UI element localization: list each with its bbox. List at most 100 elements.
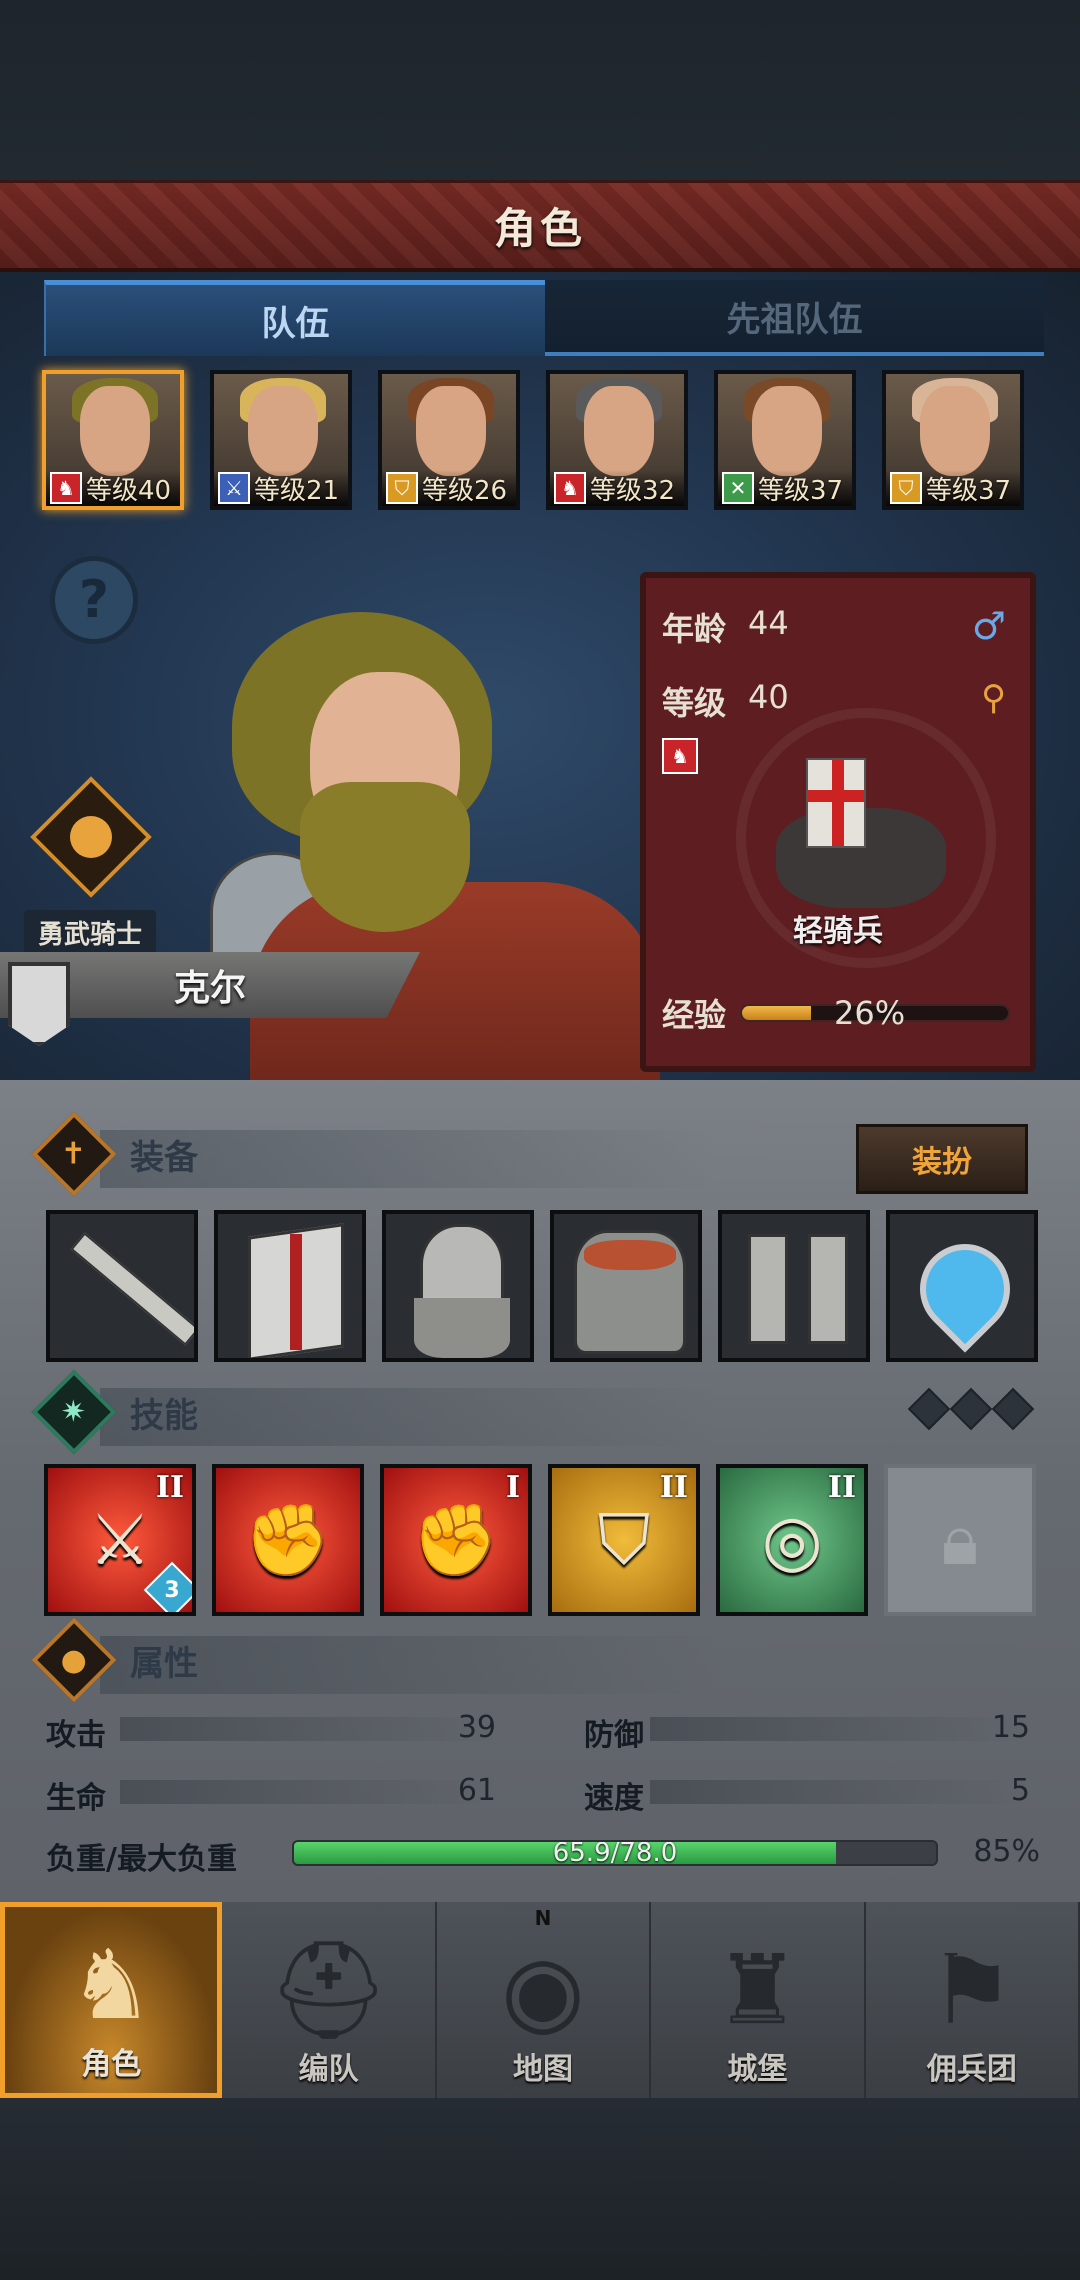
- roster-member[interactable]: ⛉ 等级26: [378, 370, 520, 510]
- unit-figure: [736, 718, 966, 928]
- skill-rank: I: [505, 1470, 520, 1505]
- roster-member[interactable]: ⚔ 等级21: [210, 370, 352, 510]
- member-face: [248, 386, 318, 476]
- skill-dot: [991, 1387, 1035, 1431]
- xp-row: 经验 26%: [662, 990, 1011, 1036]
- heraldry-shield-icon[interactable]: [8, 962, 70, 1046]
- male-icon: ♂: [971, 604, 1006, 648]
- shield-stripe: [290, 1234, 302, 1350]
- cross-icon: ✝: [31, 1111, 117, 1197]
- defense-label: 防御: [584, 1718, 644, 1753]
- roster-member[interactable]: ♞ 等级40: [42, 370, 184, 510]
- roster-member[interactable]: ♞ 等级32: [546, 370, 688, 510]
- member-level-text: 等级37: [758, 475, 844, 506]
- nav-label: 地图: [513, 2052, 574, 2087]
- load-bar: 65.9/78.0: [292, 1840, 938, 1866]
- chainmail-coif: [414, 1298, 510, 1358]
- sword-icon: [70, 1232, 194, 1346]
- hero-beard: [300, 782, 470, 932]
- knight-icon: ♞: [68, 1929, 155, 2041]
- member-face: [80, 386, 150, 476]
- banner-icon: ⚑: [928, 1934, 1015, 2046]
- skills-header: ✷ 技能: [31, 1369, 198, 1455]
- skill-locked[interactable]: 🔒︎: [884, 1464, 1036, 1616]
- speed-label: 速度: [584, 1781, 644, 1816]
- ring-icon[interactable]: ⚲: [981, 678, 1006, 718]
- load-label: 负重/最大负重: [46, 1842, 237, 1877]
- member-face: [752, 386, 822, 476]
- attributes-header: ● 属性: [31, 1617, 198, 1703]
- skill-slot-indicators: [907, 1387, 1035, 1431]
- armor-slot[interactable]: [550, 1210, 702, 1362]
- skill-rank: II: [827, 1470, 856, 1505]
- boots-slot[interactable]: [718, 1210, 870, 1362]
- status-area: [0, 0, 1080, 180]
- tab-team[interactable]: 队伍: [44, 280, 545, 356]
- member-level: ⚔ 等级21: [214, 470, 348, 506]
- member-level-text: 等级21: [254, 475, 340, 506]
- amulet-slot[interactable]: [886, 1210, 1038, 1362]
- roster-member[interactable]: ⛉ 等级37: [882, 370, 1024, 510]
- potion-button[interactable]: [30, 776, 152, 898]
- boot-right: [808, 1234, 848, 1344]
- nav-castle[interactable]: ♜ 城堡: [651, 1902, 866, 2098]
- skill-rank: II: [659, 1470, 688, 1505]
- skill-broken-fist[interactable]: ✊: [212, 1464, 364, 1616]
- equipment-header: ✝ 装备: [31, 1111, 198, 1197]
- hp-value: 61: [457, 1773, 496, 1808]
- team-tabs: 队伍 先祖队伍: [44, 280, 1044, 356]
- xp-fill: [742, 1006, 812, 1020]
- helmet-slot[interactable]: [382, 1210, 534, 1362]
- shield-icon: ⛉: [890, 472, 922, 504]
- horse-icon: ♞: [662, 738, 698, 774]
- horse-icon: ♞: [554, 472, 586, 504]
- lock-icon: 🔒︎: [941, 1498, 979, 1581]
- nav-formation[interactable]: ⛑ 编队: [222, 1902, 437, 2098]
- level-label: 等级: [662, 684, 727, 722]
- compass-north-label: N: [534, 1906, 552, 1930]
- sword-slot[interactable]: [46, 1210, 198, 1362]
- equipment-slots: [46, 1210, 1038, 1362]
- xp-percent: 26%: [834, 994, 906, 1032]
- nav-character[interactable]: ♞ 角色: [0, 1902, 223, 2098]
- member-level-text: 等级32: [590, 475, 676, 506]
- nav-mercenary[interactable]: ⚑ 佣兵团: [866, 1902, 1080, 2098]
- skill-broken-fist-cursor[interactable]: ✊ I: [380, 1464, 532, 1616]
- nav-label: 编队: [298, 2052, 359, 2087]
- roster-member[interactable]: ✕ 等级37: [714, 370, 856, 510]
- skill-sword-cursor[interactable]: ⚔ II 3: [44, 1464, 196, 1616]
- nav-label: 角色: [81, 2047, 142, 2082]
- member-level: ⛉ 等级26: [382, 470, 516, 506]
- nav-label: 城堡: [727, 2052, 788, 2087]
- age-label: 年龄: [662, 610, 727, 648]
- heart-amulet-icon: [901, 1225, 1029, 1353]
- attack-value: 39: [457, 1710, 496, 1745]
- skill-dot: [907, 1387, 951, 1431]
- sword-icon: ⚔: [218, 472, 250, 504]
- hp-label: 生命: [46, 1781, 106, 1816]
- help-button[interactable]: ?: [50, 556, 138, 644]
- load-percent: 85%: [973, 1834, 1040, 1869]
- system-nav-area: [0, 2098, 1080, 2280]
- dress-up-button[interactable]: 装扮: [856, 1124, 1028, 1194]
- skill-target[interactable]: ◎ II: [716, 1464, 868, 1616]
- member-level-text: 等级37: [926, 475, 1012, 506]
- boots-icon: [748, 1234, 788, 1344]
- member-level: ⛉ 等级37: [886, 470, 1020, 506]
- roster: ♞ 等级40 ⚔ 等级21 ⛉ 等级26 ♞ 等级32 ✕ 等级37 ⛉ 等级37: [42, 370, 1042, 510]
- speed-value: 5: [1010, 1773, 1030, 1808]
- crusader-shield: [806, 758, 866, 848]
- member-face: [920, 386, 990, 476]
- member-level: ♞ 等级40: [46, 470, 180, 506]
- skill-shield[interactable]: ⛉ II: [548, 1464, 700, 1616]
- nav-map[interactable]: N ◉ 地图: [437, 1902, 652, 2098]
- horse-figure: [776, 808, 946, 908]
- skill-list: ⚔ II 3 ✊ ✊ I ⛉ II ◎ II 🔒︎: [44, 1464, 1036, 1616]
- attributes-title: 属性: [130, 1643, 198, 1684]
- crossed-swords-icon: ✕: [722, 472, 754, 504]
- skill-rank: II: [155, 1470, 184, 1505]
- tab-ancestor-team[interactable]: 先祖队伍: [545, 280, 1044, 356]
- equipment-title: 装备: [130, 1137, 198, 1178]
- shield-slot[interactable]: [214, 1210, 366, 1362]
- attack-label: 攻击: [46, 1718, 106, 1753]
